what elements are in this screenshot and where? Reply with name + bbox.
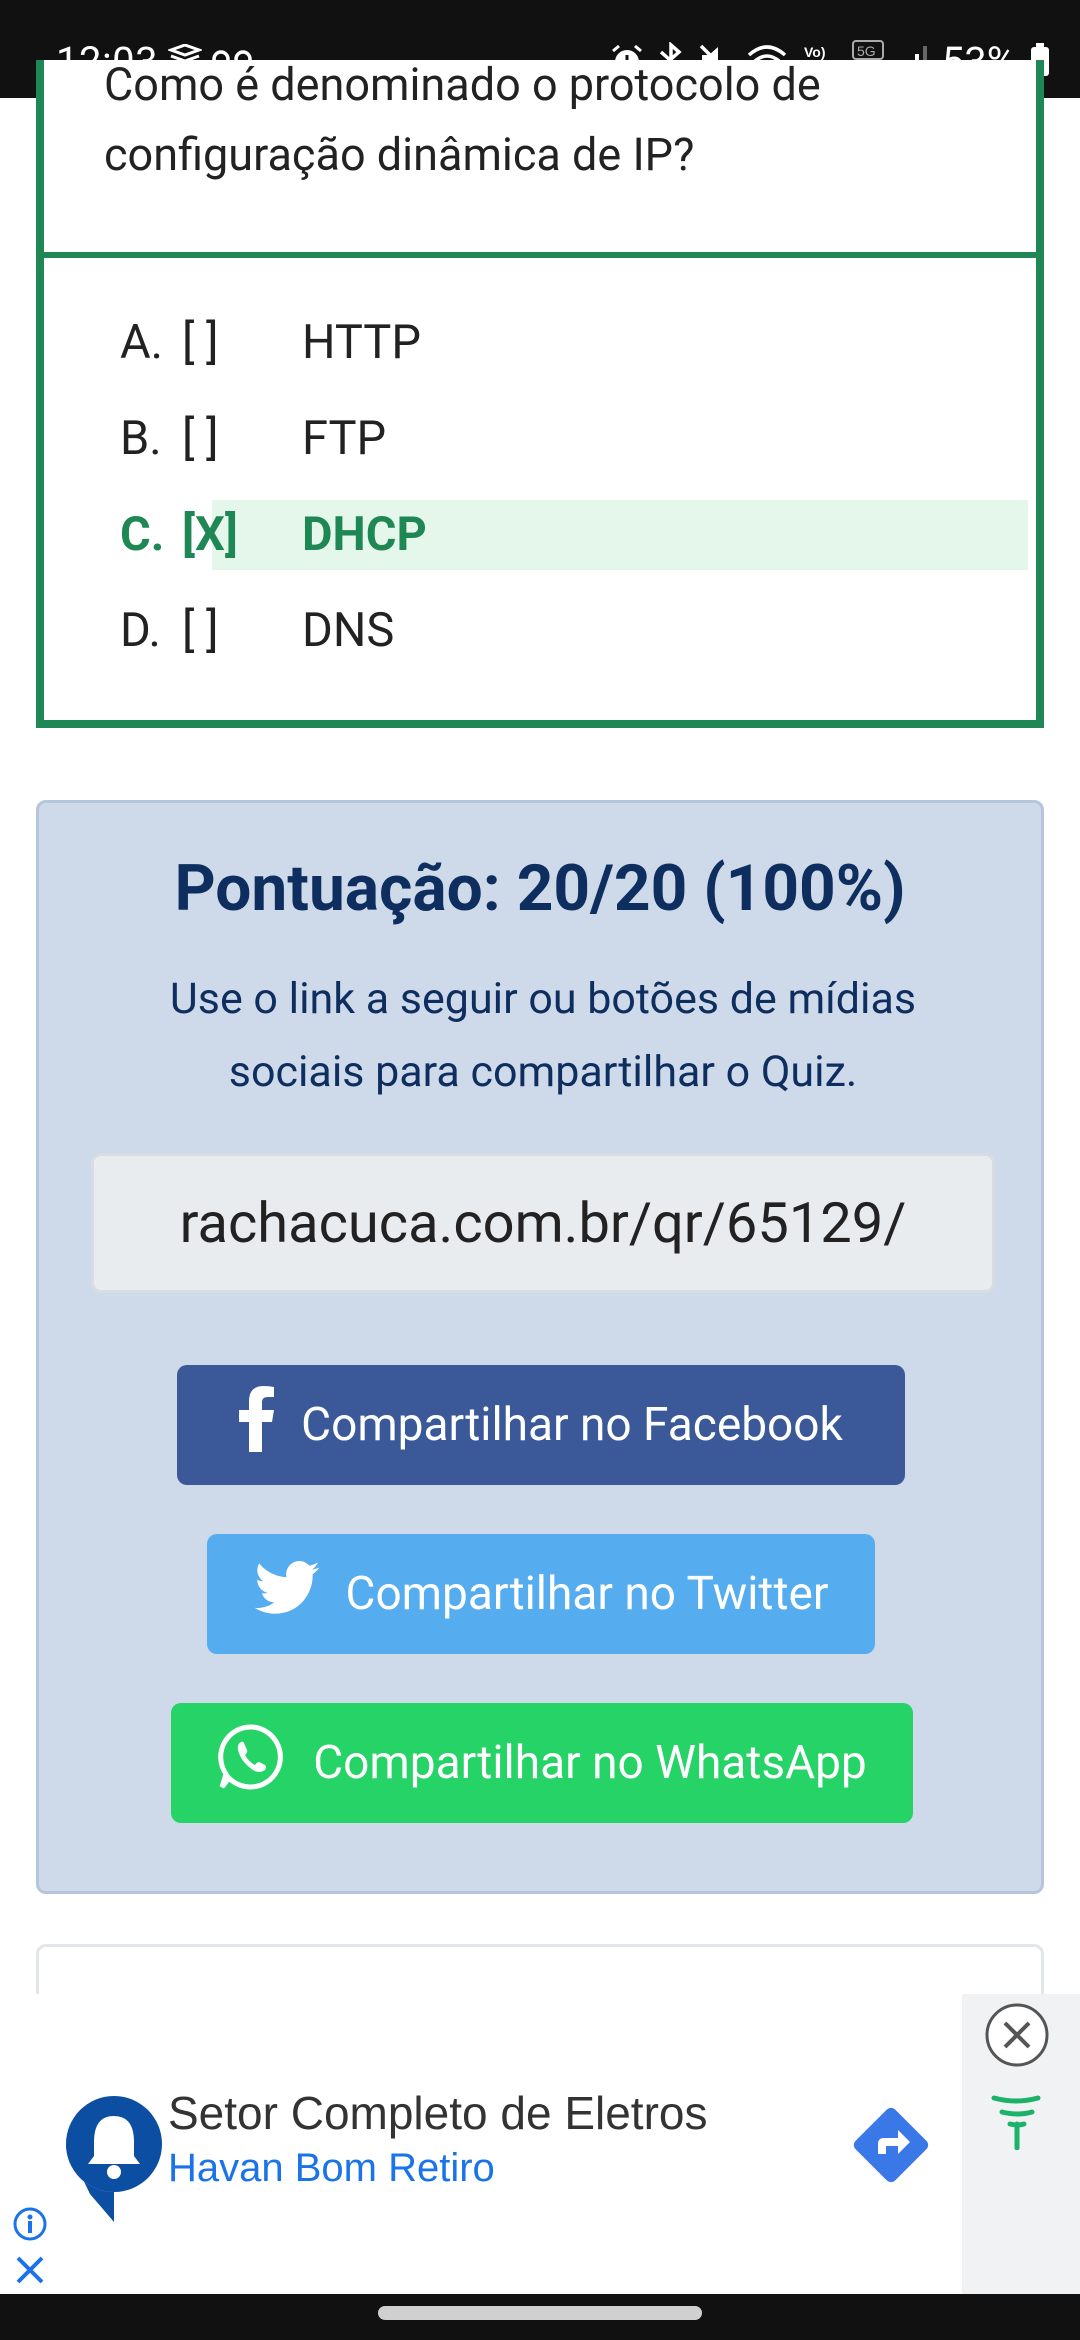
score-description: Use o link a seguir ou botões de mídias … [169,974,917,1097]
share-whatsapp-button[interactable]: Compartilhar no WhatsApp [171,1703,913,1823]
share-facebook-label: Compartilhar no Facebook [301,1398,843,1452]
option-checkbox: [ ] [182,411,219,466]
option-a[interactable]: A. [ ] HTTP [120,308,421,378]
ad-dismiss-icon[interactable] [14,2254,46,2290]
question-text-main: configuração dinâmica de IP? [104,128,695,181]
option-checkbox: [ ] [182,315,219,370]
option-d[interactable]: D. [ ] DNS [120,596,394,666]
option-label: HTTP [302,315,421,370]
score-card: Pontuação: 20/20 (100%) Use o link a seg… [36,800,1044,1894]
option-letter: D. [120,603,161,658]
option-checkbox: [X] [182,507,238,562]
score-title: Pontuação: 20/20 (100%) [174,851,906,926]
share-twitter-label: Compartilhar no Twitter [345,1567,829,1621]
ad-close-icon[interactable] [984,2002,1050,2072]
option-label: DNS [302,603,395,658]
navigation-bar [0,2294,1080,2340]
option-letter: B. [120,411,162,466]
ad-subtitle: Havan Bom Retiro [168,2146,495,2190]
twitter-icon [254,1561,320,1627]
ad-info-icon[interactable] [12,2206,48,2246]
question-text-cut: Como é denominado o protocolo de [104,60,821,111]
question-card: Como é denominado o protocolo de configu… [36,60,1044,728]
bell-pin-icon [50,2094,170,2228]
ad-banner[interactable]: Setor Completo de Eletros Havan Bom Reti… [0,1994,1080,2294]
share-twitter-button[interactable]: Compartilhar no Twitter [207,1534,875,1654]
share-facebook-button[interactable]: Compartilhar no Facebook [177,1365,905,1485]
question-text: Como é denominado o protocolo de configu… [104,60,1004,190]
directions-icon[interactable] [848,2102,934,2192]
share-link-field[interactable]: rachacuca.com.br/qr/65129/ [91,1153,995,1293]
svg-text:5G: 5G [857,43,876,59]
home-gesture-handle[interactable] [378,2306,702,2320]
option-c-selected[interactable]: C. [X] DHCP [120,500,1028,570]
share-whatsapp-label: Compartilhar no WhatsApp [313,1736,867,1790]
option-label: DHCP [302,507,427,562]
option-label: FTP [302,411,387,466]
ad-title: Setor Completo de Eletros [168,2087,708,2139]
ad-brand-icon [990,2094,1042,2154]
option-b[interactable]: B. [ ] FTP [120,404,386,474]
facebook-icon [239,1386,275,1464]
option-checkbox: [ ] [182,603,219,658]
question-divider [44,252,1036,258]
svg-text:Vo): Vo) [804,44,826,60]
option-letter: C. [120,507,165,562]
option-letter: A. [120,315,164,370]
whatsapp-icon [217,1722,287,1804]
